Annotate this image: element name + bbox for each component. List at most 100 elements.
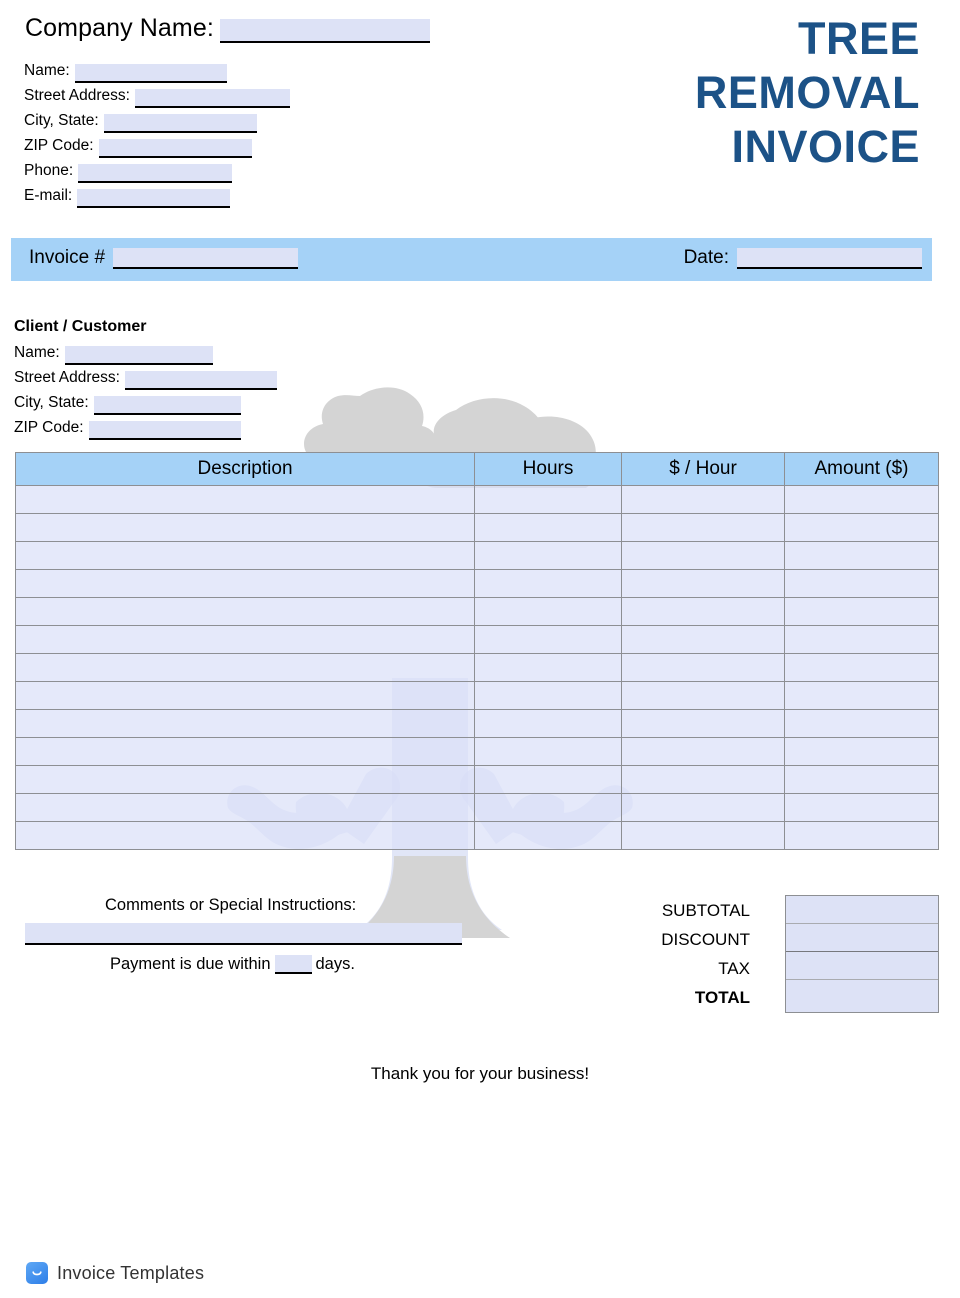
footer-brand-name: Invoice Templates [57,1262,205,1283]
invoice-date-bar: Invoice # Date: [11,238,932,281]
row-cell-amount[interactable] [784,597,939,626]
row-cell-description[interactable] [15,541,475,570]
title-line-3: INVOICE [731,121,920,172]
row-cell-rate[interactable] [621,597,785,626]
row-cell-description[interactable] [15,765,475,794]
invoice-number-input[interactable] [113,248,299,269]
row-cell-description[interactable] [15,793,475,822]
company-name-person-input[interactable] [74,64,227,83]
row-cell-amount[interactable] [784,765,939,794]
company-field-name: Name: [24,58,290,83]
company-street-input[interactable] [134,89,290,108]
company-name-row: Company Name: [25,14,430,43]
row-cell-description[interactable] [15,821,475,850]
row-cell-rate[interactable] [621,737,785,766]
table-row [15,485,939,514]
invoice-date-input[interactable] [737,248,922,269]
row-cell-hours[interactable] [474,737,622,766]
line-items-table: Description Hours $ / Hour Amount ($) [15,452,939,850]
payment-days-input[interactable] [274,955,312,974]
row-cell-amount[interactable] [784,737,939,766]
row-cell-description[interactable] [15,709,475,738]
client-field-city: City, State: [14,390,277,415]
company-phone-input[interactable] [78,164,233,183]
row-cell-rate[interactable] [621,485,785,514]
row-cell-rate[interactable] [621,709,785,738]
row-cell-hours[interactable] [474,597,622,626]
row-cell-rate[interactable] [621,653,785,682]
row-cell-hours[interactable] [474,569,622,598]
row-cell-description[interactable] [15,597,475,626]
row-cell-amount[interactable] [784,485,939,514]
total-input[interactable] [786,980,938,1008]
column-header-description: Description [15,452,475,486]
row-cell-amount[interactable] [784,541,939,570]
row-cell-description[interactable] [15,625,475,654]
row-cell-rate[interactable] [621,821,785,850]
client-name-input[interactable] [64,346,213,365]
row-cell-description[interactable] [15,737,475,766]
row-cell-hours[interactable] [474,541,622,570]
row-cell-amount[interactable] [784,793,939,822]
company-city-input[interactable] [103,114,257,133]
table-row [15,513,939,542]
client-zip-input[interactable] [88,421,241,440]
company-field-city: City, State: [24,108,290,133]
client-street-input[interactable] [124,371,277,390]
client-field-zip: ZIP Code: [14,415,277,440]
comments-input[interactable] [25,923,462,945]
row-cell-rate[interactable] [621,513,785,542]
row-cell-amount[interactable] [784,569,939,598]
row-cell-amount[interactable] [784,625,939,654]
tax-input[interactable] [786,952,938,980]
discount-label: DISCOUNT [661,930,750,949]
client-heading: Client / Customer [14,318,147,335]
client-field-street: Street Address: [14,365,277,390]
row-cell-hours[interactable] [474,709,622,738]
row-cell-rate[interactable] [621,765,785,794]
table-row [15,625,939,654]
column-header-hours: Hours [474,452,622,486]
row-cell-hours[interactable] [474,681,622,710]
row-cell-description[interactable] [15,653,475,682]
table-row [15,821,939,850]
invoice-date-label: Date: [683,247,729,268]
row-cell-rate[interactable] [621,793,785,822]
row-cell-rate[interactable] [621,569,785,598]
row-cell-amount[interactable] [784,513,939,542]
row-cell-amount[interactable] [784,821,939,850]
company-name-input[interactable] [219,19,430,43]
row-cell-hours[interactable] [474,793,622,822]
company-zip-input[interactable] [98,139,252,158]
row-cell-description[interactable] [15,681,475,710]
company-name-label: Company Name: [25,14,214,42]
row-cell-amount[interactable] [784,681,939,710]
invoice-header: Company Name: Name: Street Address: City… [0,0,960,230]
payment-terms-prefix: Payment is due within [110,955,271,973]
row-cell-rate[interactable] [621,541,785,570]
row-cell-rate[interactable] [621,625,785,654]
row-cell-hours[interactable] [474,513,622,542]
client-field-name-label: Name: [14,344,60,361]
company-email-input[interactable] [77,189,231,208]
subtotal-input[interactable] [786,896,938,924]
client-field-zip-label: ZIP Code: [14,419,84,436]
row-cell-description[interactable] [15,569,475,598]
row-cell-description[interactable] [15,513,475,542]
invoice-page: Company Name: Name: Street Address: City… [0,0,960,1298]
company-field-zip-label: ZIP Code: [24,137,94,154]
discount-input[interactable] [786,924,938,952]
row-cell-hours[interactable] [474,625,622,654]
column-header-amount: Amount ($) [784,452,939,486]
row-cell-hours[interactable] [474,485,622,514]
table-row [15,569,939,598]
row-cell-rate[interactable] [621,681,785,710]
row-cell-amount[interactable] [784,709,939,738]
totals-value-box [785,895,939,1013]
client-city-input[interactable] [93,396,241,415]
row-cell-hours[interactable] [474,653,622,682]
row-cell-hours[interactable] [474,821,622,850]
row-cell-hours[interactable] [474,765,622,794]
row-cell-amount[interactable] [784,653,939,682]
row-cell-description[interactable] [15,485,475,514]
